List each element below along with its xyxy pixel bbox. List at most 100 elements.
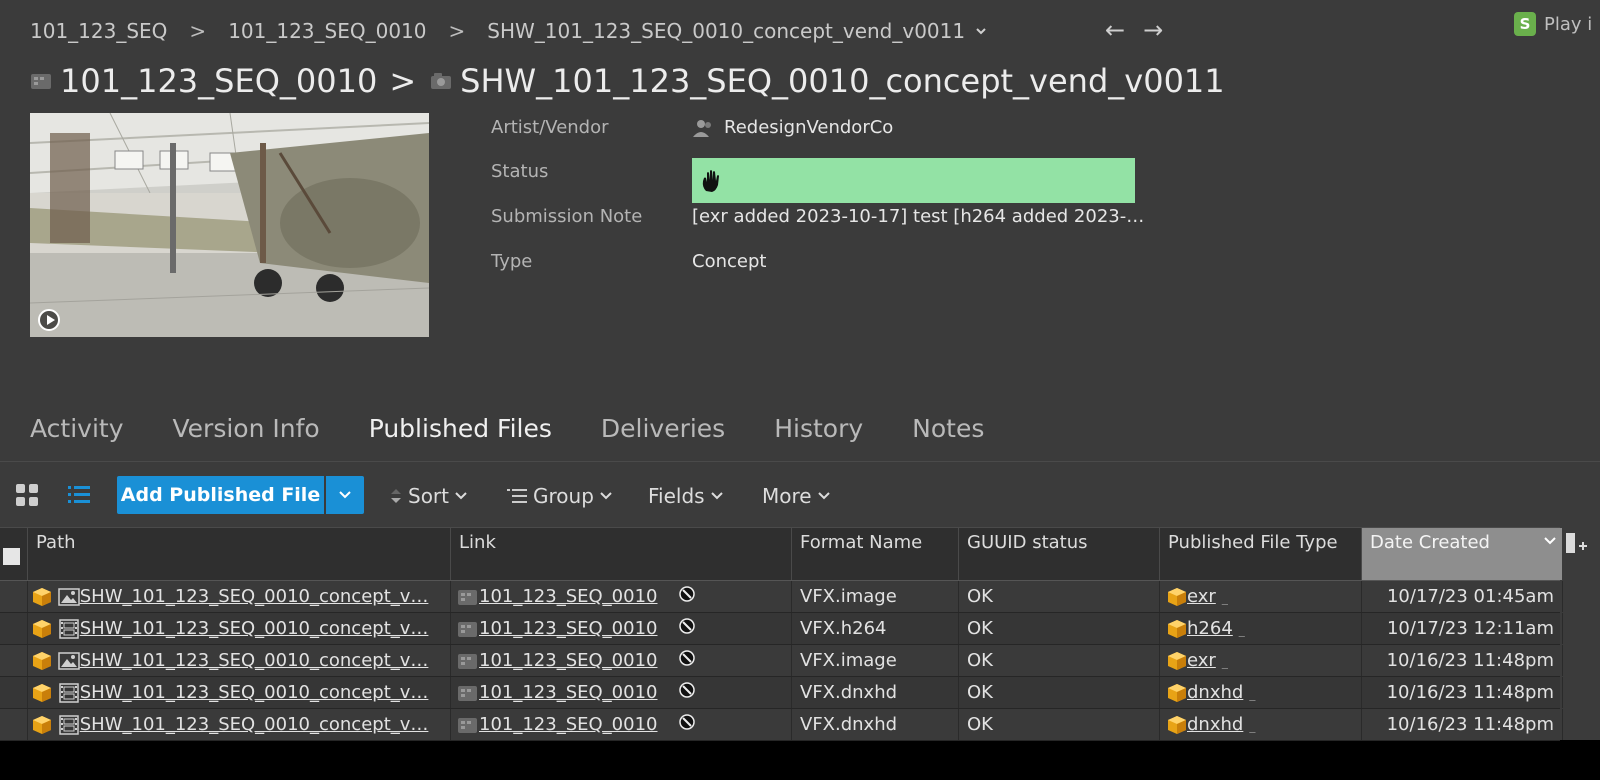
path-link[interactable]: SHW_101_123_SEQ_0010_concept_v… — [80, 682, 429, 703]
breadcrumb: 101_123_SEQ > 101_123_SEQ_0010 > SHW_101… — [30, 18, 987, 44]
title-separator: > — [389, 62, 417, 100]
more-menu[interactable]: More — [762, 484, 830, 508]
breadcrumb-item-seq[interactable]: 101_123_SEQ — [30, 19, 167, 43]
table-row[interactable]: SHW_101_123_SEQ_0010_concept_v… 101_123_S… — [0, 581, 1563, 613]
published-file-type-cell: h264 _ — [1167, 613, 1357, 644]
tab-version-info[interactable]: Version Info — [173, 414, 320, 443]
column-header-guuid-status[interactable]: GUUID status — [958, 528, 1160, 580]
column-divider — [791, 677, 792, 708]
breadcrumb-item-shot[interactable]: 101_123_SEQ_0010 — [228, 19, 426, 43]
table-row[interactable]: SHW_101_123_SEQ_0010_concept_v… 101_123_S… — [0, 677, 1563, 709]
file-type-link[interactable]: dnxhd — [1187, 714, 1243, 735]
add-column-icon[interactable] — [1566, 531, 1588, 555]
play-in-button[interactable]: S Play i — [1514, 12, 1592, 36]
table-header: Path Link Format Name GUUID status Publi… — [0, 527, 1587, 581]
column-divider — [1159, 709, 1160, 740]
file-type-link[interactable]: dnxhd — [1187, 682, 1243, 703]
file-type-link[interactable]: exr — [1187, 586, 1216, 607]
column-divider — [1361, 613, 1362, 644]
sort-menu[interactable]: Sort — [390, 484, 467, 508]
published-file-type-cell: dnxhd _ — [1167, 709, 1357, 740]
column-divider — [958, 709, 959, 740]
fields-label: Fields — [648, 484, 705, 508]
file-type-link[interactable]: h264 — [1187, 618, 1233, 639]
more-indicator: _ — [1221, 655, 1228, 669]
sort-label: Sort — [408, 484, 449, 508]
format-name-cell: VFX.dnxhd — [800, 682, 898, 703]
group-menu[interactable]: Group — [507, 484, 612, 508]
table-row[interactable]: SHW_101_123_SEQ_0010_concept_v… 101_123_S… — [0, 645, 1563, 677]
link-cell: 101_123_SEQ_0010 — [457, 677, 787, 708]
column-header-path[interactable]: Path — [27, 528, 451, 580]
play-in-label: Play i — [1544, 13, 1593, 35]
file-type-link[interactable]: exr — [1187, 650, 1216, 671]
guuid-status-cell: OK — [967, 682, 993, 703]
sort-icon — [391, 489, 401, 503]
tab-notes[interactable]: Notes — [912, 414, 984, 443]
path-link[interactable]: SHW_101_123_SEQ_0010_concept_v… — [80, 618, 429, 639]
version-thumbnail[interactable] — [30, 113, 429, 337]
submission-note-value[interactable]: [exr added 2023-10-17] test [h264 added … — [692, 206, 1144, 227]
column-divider — [27, 709, 28, 740]
tab-deliveries[interactable]: Deliveries — [601, 414, 725, 443]
column-divider — [791, 613, 792, 644]
published-file-type-cell: dnxhd _ — [1167, 677, 1357, 708]
column-divider — [27, 613, 28, 644]
path-link[interactable]: SHW_101_123_SEQ_0010_concept_v… — [80, 714, 429, 735]
file-type-icon — [1168, 588, 1186, 606]
breadcrumb-item-version[interactable]: SHW_101_123_SEQ_0010_concept_vend_v0011 — [487, 19, 965, 43]
column-header-link[interactable]: Link — [450, 528, 792, 580]
column-divider — [1562, 645, 1563, 676]
guuid-status-cell: OK — [967, 714, 993, 735]
select-all-checkbox[interactable] — [3, 548, 20, 565]
date-created-cell: 10/16/23 11:48pm — [1386, 682, 1554, 703]
shot-icon — [458, 718, 477, 733]
column-header-date-created[interactable]: Date Created — [1361, 528, 1562, 580]
column-divider — [1562, 613, 1563, 644]
grid-view-icon[interactable] — [15, 483, 39, 507]
forward-arrow-icon[interactable]: → — [1143, 16, 1163, 44]
column-header-published-file-type[interactable]: Published File Type — [1159, 528, 1362, 580]
tab-history[interactable]: History — [774, 414, 863, 443]
tab-activity[interactable]: Activity — [30, 414, 124, 443]
thumbnail-image — [30, 113, 429, 337]
title-parent-link[interactable]: 101_123_SEQ_0010 — [60, 62, 377, 100]
date-created-cell: 10/17/23 01:45am — [1386, 586, 1554, 607]
tab-published-files[interactable]: Published Files — [369, 414, 552, 443]
entity-link[interactable]: 101_123_SEQ_0010 — [479, 618, 658, 639]
path-link[interactable]: SHW_101_123_SEQ_0010_concept_v… — [80, 586, 429, 607]
artist-vendor-name: RedesignVendorCo — [724, 117, 894, 138]
add-published-file-dropdown[interactable] — [326, 476, 364, 514]
add-published-file-button[interactable]: Add Published File — [117, 476, 324, 514]
chevron-down-icon — [817, 492, 830, 500]
entity-link[interactable]: 101_123_SEQ_0010 — [479, 682, 658, 703]
more-indicator: _ — [1221, 591, 1228, 605]
list-view-icon[interactable] — [67, 483, 91, 507]
play-icon[interactable] — [38, 309, 60, 331]
type-value[interactable]: Concept — [692, 251, 766, 272]
entity-link[interactable]: 101_123_SEQ_0010 — [479, 650, 658, 671]
status-field[interactable] — [692, 158, 1135, 203]
format-name-cell: VFX.h264 — [800, 618, 887, 639]
entity-link[interactable]: 101_123_SEQ_0010 — [479, 586, 658, 607]
chevron-down-icon — [339, 491, 351, 499]
film-icon — [58, 683, 79, 703]
link-cell: 101_123_SEQ_0010 — [457, 709, 787, 740]
more-label: More — [762, 484, 812, 508]
artist-vendor-value[interactable]: RedesignVendorCo — [692, 117, 893, 138]
path-cell: SHW_101_123_SEQ_0010_concept_v… — [32, 645, 448, 676]
film-icon — [58, 715, 79, 735]
column-divider — [1562, 677, 1563, 708]
back-arrow-icon[interactable]: ← — [1105, 16, 1125, 44]
path-link[interactable]: SHW_101_123_SEQ_0010_concept_v… — [80, 650, 429, 671]
more-indicator: _ — [1249, 719, 1256, 733]
entity-link[interactable]: 101_123_SEQ_0010 — [479, 714, 658, 735]
chevron-down-icon[interactable] — [975, 25, 987, 37]
column-header-format-name[interactable]: Format Name — [791, 528, 959, 580]
table-row[interactable]: SHW_101_123_SEQ_0010_concept_v… 101_123_S… — [0, 613, 1563, 645]
fields-menu[interactable]: Fields — [648, 484, 723, 508]
column-divider — [958, 581, 959, 612]
column-divider — [27, 645, 28, 676]
table-row[interactable]: SHW_101_123_SEQ_0010_concept_v… 101_123_S… — [0, 709, 1563, 741]
column-divider — [791, 709, 792, 740]
